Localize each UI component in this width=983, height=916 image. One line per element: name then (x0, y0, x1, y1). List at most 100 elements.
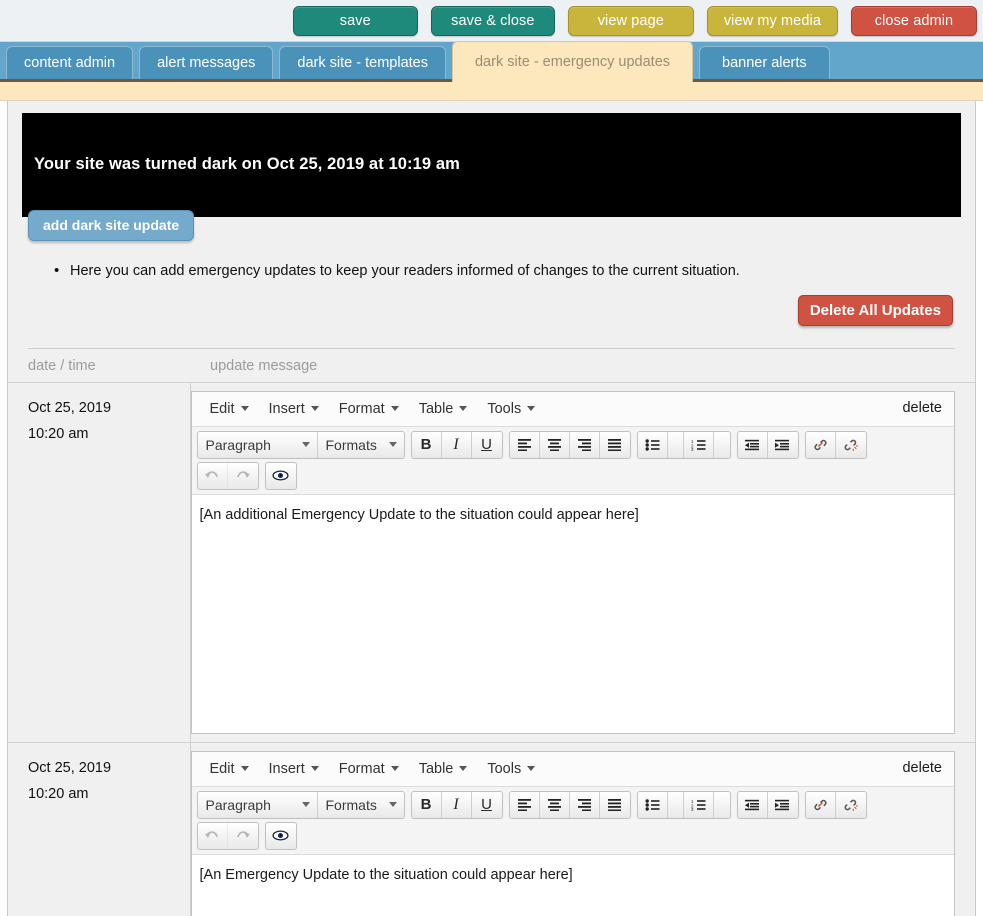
menu-format[interactable]: Format (331, 398, 407, 420)
menu-tools[interactable]: Tools (479, 398, 543, 420)
menu-table[interactable]: Table (411, 758, 476, 780)
align-left-icon[interactable] (510, 431, 540, 458)
block-format-select[interactable]: Paragraph (198, 791, 318, 818)
redo-icon[interactable] (228, 823, 258, 849)
editor-menubar: Edit Insert Format Table Tools delete (191, 751, 954, 787)
tab-content-admin[interactable]: content admin (6, 46, 134, 79)
menu-insert[interactable]: Insert (261, 398, 327, 420)
format-selects-group: Paragraph Formats (196, 430, 405, 459)
editor-toolbar-row-1: Paragraph Formats B I U 1 2 3 (196, 430, 955, 459)
text-style-group: B I U (410, 790, 503, 819)
delete-update-link[interactable]: delete (902, 400, 942, 416)
view-my-media-button[interactable]: view my media (706, 5, 838, 36)
save-button[interactable]: save (292, 5, 418, 36)
unlink-icon[interactable] (836, 792, 866, 818)
editor-menubar: Edit Insert Format Table Tools delete (191, 391, 954, 427)
menu-edit[interactable]: Edit (202, 758, 257, 780)
italic-icon[interactable]: I (442, 791, 472, 818)
link-icon[interactable] (806, 791, 836, 818)
numbered-list-icon[interactable]: 123 (684, 431, 714, 458)
link-group (804, 430, 867, 459)
underline-icon[interactable]: U (472, 792, 502, 818)
view-page-button[interactable]: view page (567, 5, 694, 36)
bullet-list-icon[interactable] (638, 431, 668, 458)
outdent-icon[interactable] (738, 791, 768, 818)
add-dark-site-update-button[interactable]: add dark site update (28, 209, 195, 241)
bullet-list-icon[interactable] (638, 791, 668, 818)
svg-text:3: 3 (691, 807, 694, 811)
tab-dark-site-templates[interactable]: dark site - templates (279, 46, 446, 79)
numbered-list-options-icon[interactable] (714, 432, 730, 458)
list-group: 123 (636, 430, 731, 459)
menu-table[interactable]: Table (411, 398, 476, 420)
align-center-icon[interactable] (540, 791, 570, 818)
align-justify-icon[interactable] (600, 792, 630, 818)
save-and-close-button[interactable]: save & close (430, 5, 555, 36)
editor-content-area[interactable]: [An additional Emergency Update to the s… (191, 494, 954, 733)
menu-format-label: Format (338, 400, 385, 417)
editor-paragraph: [An additional Emergency Update to the s… (199, 506, 639, 523)
editor-toolbar-row-2 (196, 821, 955, 850)
editor-content-area[interactable]: [An Emergency Update to the situation co… (191, 854, 954, 916)
menu-edit[interactable]: Edit (202, 398, 257, 420)
bullet-list-options-icon[interactable] (668, 791, 684, 818)
unlink-icon[interactable] (836, 432, 866, 458)
indent-group (736, 430, 799, 459)
menu-edit-label: Edit (209, 400, 235, 417)
tab-dark-site-emergency-updates[interactable]: dark site - emergency updates (451, 41, 694, 82)
italic-icon[interactable]: I (442, 431, 472, 458)
instructions-list: Here you can add emergency updates to ke… (8, 262, 975, 279)
text-style-group: B I U (410, 430, 503, 459)
block-format-select[interactable]: Paragraph (198, 431, 318, 458)
block-format-value: Paragraph (205, 796, 271, 813)
menu-tools[interactable]: Tools (479, 758, 543, 780)
menu-insert[interactable]: Insert (261, 758, 327, 780)
indent-icon[interactable] (768, 432, 798, 458)
close-admin-button[interactable]: close admin (851, 5, 977, 36)
indent-icon[interactable] (768, 792, 798, 818)
editor-toolbar-row-1: Paragraph Formats B I U 1 2 3 (196, 790, 955, 819)
undo-icon[interactable] (198, 462, 228, 489)
bold-icon[interactable]: B (412, 791, 442, 818)
align-right-icon[interactable] (570, 431, 600, 458)
align-right-icon[interactable] (570, 791, 600, 818)
admin-tab-bar: content admin alert messages dark site -… (0, 41, 983, 82)
undo-icon[interactable] (198, 822, 228, 849)
menu-tools-label: Tools (487, 400, 522, 417)
chevron-down-icon (388, 802, 397, 807)
outdent-icon[interactable] (738, 431, 768, 458)
link-icon[interactable] (806, 431, 836, 458)
editor-toolbar: Paragraph Formats B I U 1 2 3 (191, 786, 955, 855)
underline-icon[interactable]: U (472, 432, 502, 458)
block-format-value: Paragraph (205, 436, 271, 453)
editor-paragraph: [An Emergency Update to the situation co… (199, 866, 573, 883)
preview-eye-icon[interactable] (266, 823, 296, 849)
bold-glyph: B (420, 796, 432, 813)
numbered-list-icon[interactable]: 123 (684, 791, 714, 818)
update-editor-cell: Edit Insert Format Table Tools delete Pa… (189, 741, 975, 916)
tab-alert-messages[interactable]: alert messages (139, 46, 274, 79)
align-justify-icon[interactable] (600, 432, 630, 458)
tab-banner-alerts[interactable]: banner alerts (699, 46, 830, 79)
page-content: Your site was turned dark on Oct 25, 201… (7, 101, 976, 916)
formats-menu-button[interactable]: Formats (318, 792, 404, 818)
tab-list: content admin alert messages dark site -… (6, 41, 836, 82)
dark-site-banner: Your site was turned dark on Oct 25, 201… (22, 113, 961, 217)
column-header-update-message: update message (210, 357, 318, 374)
italic-glyph: I (453, 795, 459, 813)
formats-label: Formats (325, 796, 377, 813)
menu-format[interactable]: Format (331, 758, 407, 780)
numbered-list-options-icon[interactable] (714, 792, 730, 818)
redo-icon[interactable] (228, 463, 258, 489)
align-left-icon[interactable] (510, 791, 540, 818)
menu-format-label: Format (338, 760, 385, 777)
delete-update-link[interactable]: delete (902, 760, 942, 776)
preview-eye-icon[interactable] (266, 463, 296, 489)
history-group (196, 821, 259, 850)
delete-all-updates-button[interactable]: Delete All Updates (797, 294, 953, 326)
bold-icon[interactable]: B (412, 431, 442, 458)
rich-text-editor: Edit Insert Format Table Tools delete Pa… (190, 390, 955, 734)
bullet-list-options-icon[interactable] (668, 431, 684, 458)
formats-menu-button[interactable]: Formats (318, 432, 404, 458)
align-center-icon[interactable] (540, 431, 570, 458)
